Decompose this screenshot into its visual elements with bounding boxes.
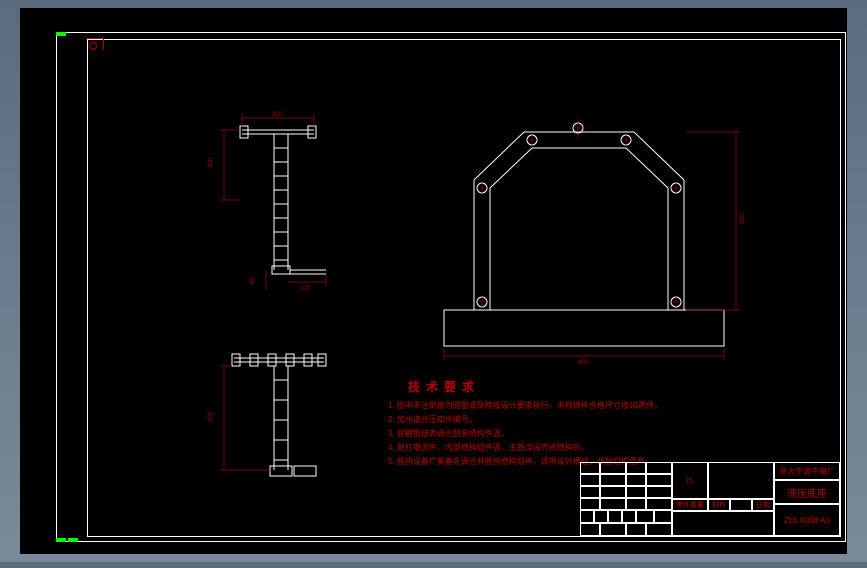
tb-mat-lbl: 材料 (708, 499, 730, 511)
dim-v2-left: 200 (208, 411, 214, 422)
dim-v1-top: 200 (272, 112, 283, 118)
drawing-frame-outer: 200 300 100 80 (56, 32, 846, 542)
frame-marker-bl (56, 538, 66, 542)
requirements-title: 技术要求 (408, 378, 480, 395)
dim-v1-bh: 80 (250, 277, 256, 284)
tb-no: ZHLX008 A0 (774, 504, 840, 536)
cad-canvas[interactable]: 200 300 100 80 (20, 8, 847, 554)
dim-v1-left: 300 (208, 157, 214, 168)
drawing-frame-inner: 200 300 100 80 (87, 39, 841, 537)
dim-v3-right: 500 (740, 213, 746, 224)
dim-v3-bottom: 800 (578, 360, 589, 366)
req-item-1: 1. 图中未注倒角为圆弧或倒棱按设计要求执行，未规铸件合格尺寸按JB两件。 (388, 400, 662, 411)
tb-org: 浙大宁波中电厂 (774, 462, 840, 480)
frame-marker-tl (56, 32, 66, 36)
frame-marker-bl2 (68, 538, 78, 542)
title-block: 比 零件重量 材料 日期 浙大宁波中电厂 液压底座 ZHLX008 A0 (580, 462, 840, 536)
tb-part: 液压底座 (774, 480, 840, 504)
tb-wt-lbl: 零件重量 (672, 499, 708, 511)
tb-scale: 比 (672, 462, 708, 499)
req-item-3: 3. 脱模钢结表调合脱装结构件温。 (388, 428, 509, 439)
dim-v1-bw: 100 (300, 286, 311, 292)
req-item-4: 4. 脱打电流件，内部结构组件调，主脱浇设齐统结构的。 (388, 442, 589, 453)
req-item-2: 2. 加州选合压四件编号。 (388, 414, 477, 425)
corner-symbol (86, 38, 104, 50)
